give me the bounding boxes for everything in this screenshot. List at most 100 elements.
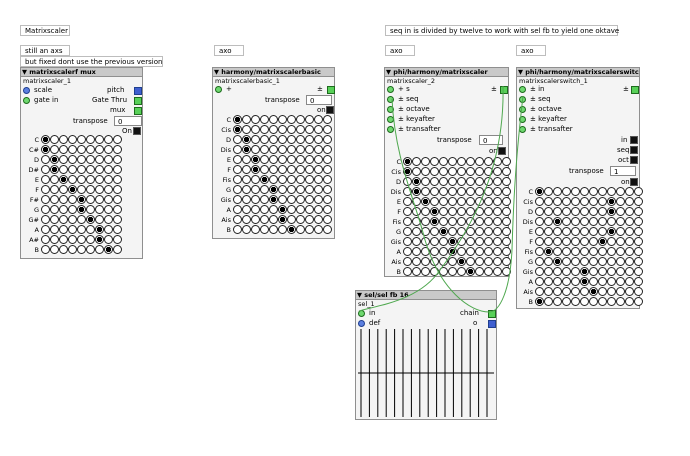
matrix-cell[interactable] xyxy=(466,157,475,166)
matrix-cell[interactable] xyxy=(553,207,562,216)
matrix-cell[interactable] xyxy=(562,217,571,226)
matrix-cell[interactable] xyxy=(314,165,323,174)
matrix-cell[interactable] xyxy=(50,185,59,194)
matrix-cell[interactable] xyxy=(260,165,269,174)
matrix-cell[interactable] xyxy=(412,177,421,186)
matrix-cell[interactable] xyxy=(448,177,457,186)
matrix-cell[interactable] xyxy=(287,215,296,224)
matrix-cell[interactable] xyxy=(68,205,77,214)
matrix-cell[interactable] xyxy=(634,217,643,226)
matrix-cell[interactable] xyxy=(589,227,598,236)
matrix-cell[interactable] xyxy=(571,297,580,306)
matrix-cell[interactable] xyxy=(562,277,571,286)
matrix-cell[interactable] xyxy=(305,205,314,214)
matrix-cell[interactable] xyxy=(598,257,607,266)
inlet-in[interactable]: ± in xyxy=(519,85,545,94)
matrix-cell[interactable] xyxy=(314,215,323,224)
matrix-cell[interactable] xyxy=(95,155,104,164)
matrix-cell[interactable] xyxy=(305,215,314,224)
matrix-cell[interactable] xyxy=(439,207,448,216)
matrix-cell[interactable] xyxy=(466,167,475,176)
matrix-cell[interactable] xyxy=(278,205,287,214)
matrix-cell[interactable] xyxy=(580,247,589,256)
matrix-cell[interactable] xyxy=(571,277,580,286)
matrix-cell[interactable] xyxy=(589,297,598,306)
matrix-cell[interactable] xyxy=(269,185,278,194)
matrix-cell[interactable] xyxy=(77,175,86,184)
matrix-cell[interactable] xyxy=(598,237,607,246)
matrix-cell[interactable] xyxy=(260,115,269,124)
matrix-cell[interactable] xyxy=(616,237,625,246)
matrix-cell[interactable] xyxy=(113,145,122,154)
matrix-cell[interactable] xyxy=(502,267,511,276)
matrix-cell[interactable] xyxy=(77,245,86,254)
matrix-cell[interactable] xyxy=(421,167,430,176)
matrix-cell[interactable] xyxy=(95,175,104,184)
matrix-cell[interactable] xyxy=(475,237,484,246)
matrix-cell[interactable] xyxy=(553,217,562,226)
matrix-cell[interactable] xyxy=(412,157,421,166)
matrix-cell[interactable] xyxy=(448,167,457,176)
matrix-cell[interactable] xyxy=(287,175,296,184)
matrix-cell[interactable] xyxy=(493,237,502,246)
matrix-cell[interactable] xyxy=(430,217,439,226)
matrix-cell[interactable] xyxy=(616,217,625,226)
matrix-cell[interactable] xyxy=(430,197,439,206)
matrix-cell[interactable] xyxy=(287,125,296,134)
matrix-cell[interactable] xyxy=(278,215,287,224)
matrix-cell[interactable] xyxy=(553,237,562,246)
object-title[interactable]: ▼ harmony/matrixscalerbasic xyxy=(213,68,334,77)
matrix-cell[interactable] xyxy=(104,235,113,244)
matrix-cell[interactable] xyxy=(50,145,59,154)
matrix-cell[interactable] xyxy=(544,207,553,216)
matrix-cell[interactable] xyxy=(439,167,448,176)
outlet-gatethru-jack-icon[interactable] xyxy=(134,97,142,105)
matrix-cell[interactable] xyxy=(50,215,59,224)
matrix-cell[interactable] xyxy=(296,185,305,194)
matrix-cell[interactable] xyxy=(466,227,475,236)
matrix-cell[interactable] xyxy=(598,217,607,226)
matrix-cell[interactable] xyxy=(421,217,430,226)
on-toggle[interactable] xyxy=(630,178,638,186)
matrix-cell[interactable] xyxy=(544,267,553,276)
matrix-cell[interactable] xyxy=(535,287,544,296)
matrix-cell[interactable] xyxy=(421,257,430,266)
matrix-cell[interactable] xyxy=(233,215,242,224)
matrix-cell[interactable] xyxy=(598,267,607,276)
matrix-cell[interactable] xyxy=(50,205,59,214)
matrix-cell[interactable] xyxy=(104,155,113,164)
inlet-jack-icon[interactable] xyxy=(387,105,394,113)
matrix-cell[interactable] xyxy=(68,155,77,164)
matrix-cell[interactable] xyxy=(466,197,475,206)
matrix-cell[interactable] xyxy=(421,207,430,216)
matrix-cell[interactable] xyxy=(412,217,421,226)
matrix-cell[interactable] xyxy=(598,227,607,236)
outlet-jack-icon[interactable] xyxy=(500,86,508,94)
matrixscalerbasic-object[interactable]: ▼ harmony/matrixscalerbasic matrixscaler… xyxy=(212,67,335,239)
matrix-cell[interactable] xyxy=(260,125,269,134)
matrix-cell[interactable] xyxy=(448,157,457,166)
object-title[interactable]: ▼ matrixscalerf mux xyxy=(21,68,142,77)
matrix-cell[interactable] xyxy=(95,165,104,174)
matrix-cell[interactable] xyxy=(616,267,625,276)
matrix-cell[interactable] xyxy=(104,205,113,214)
matrix-cell[interactable] xyxy=(475,167,484,176)
matrix-cell[interactable] xyxy=(68,145,77,154)
matrix-cell[interactable] xyxy=(113,235,122,244)
matrix-cell[interactable] xyxy=(41,155,50,164)
matrix-cell[interactable] xyxy=(475,217,484,226)
matrix-cell[interactable] xyxy=(571,237,580,246)
matrix-cell[interactable] xyxy=(314,175,323,184)
matrix-cell[interactable] xyxy=(625,217,634,226)
matrixscaler-mux-object[interactable]: ▼ matrixscalerf mux matrixscaler_1 scale… xyxy=(20,67,143,259)
inlet-seq[interactable]: ± seq xyxy=(387,95,419,104)
matrix-cell[interactable] xyxy=(493,197,502,206)
matrix-cell[interactable] xyxy=(305,185,314,194)
matrix-cell[interactable] xyxy=(50,165,59,174)
matrix-cell[interactable] xyxy=(493,177,502,186)
inlet-jack-icon[interactable] xyxy=(519,115,526,123)
matrix-cell[interactable] xyxy=(475,227,484,236)
matrix-cell[interactable] xyxy=(484,187,493,196)
matrix-cell[interactable] xyxy=(68,235,77,244)
matrix-cell[interactable] xyxy=(625,247,634,256)
